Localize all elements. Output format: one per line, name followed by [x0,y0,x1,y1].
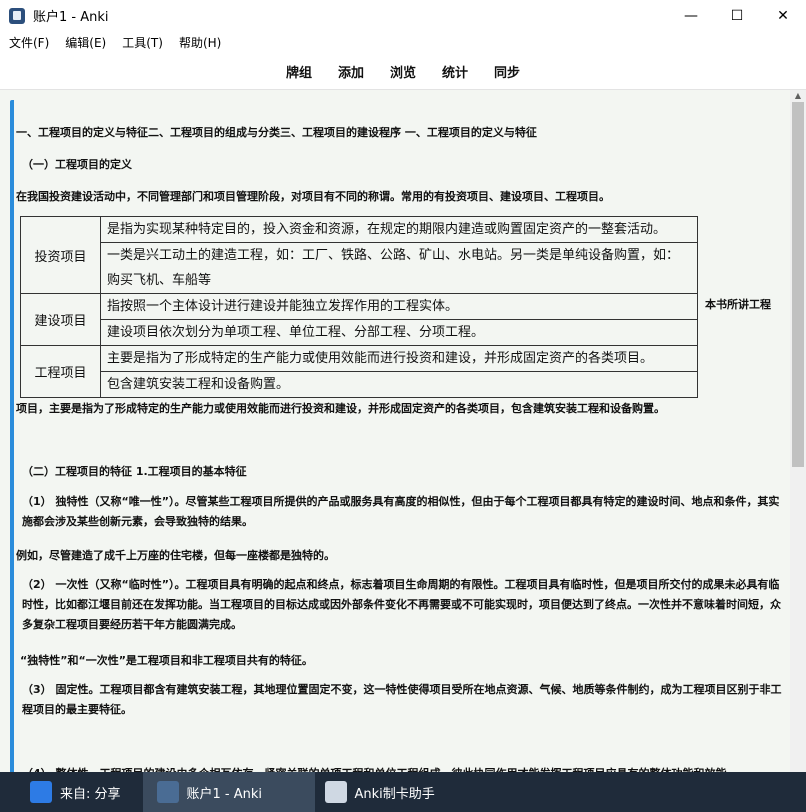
doc-heading: 一、工程项目的定义与特征二、工程项目的组成与分类三、工程项目的建设程序 一、工程… [16,126,537,139]
menu-tools[interactable]: 工具(T) [115,34,170,51]
taskbar: 来自: 分享 账户1 - Anki Anki制卡助手 [0,772,806,812]
table-cell: 一类是兴工动土的建造工程，如：工厂、铁路、公路、矿山、水电站。另一类是单纯设备购… [100,242,698,294]
card-view: 一、工程项目的定义与特征二、工程项目的组成与分类三、工程项目的建设程序 一、工程… [0,90,806,772]
table-cell: 包含建筑安装工程和设备购置。 [100,371,698,398]
book-note: 本书所讲工程 [705,298,771,311]
table-cell: 指按照一个主体设计进行建设并能独立发挥作用的工程实体。 [100,293,698,320]
doc-paragraph: （1） 独特性（又称“唯一性”）。尽管某些工程项目所提供的产品或服务具有高度的相… [22,495,780,528]
toolbar-stats[interactable]: 统计 [429,62,481,81]
table-category: 投资项目 [20,216,101,294]
anki-icon [156,781,179,803]
scroll-up-arrow-icon[interactable]: ▲ [792,92,804,100]
title-bar: 账户1 - Anki — ☐ ✕ [0,0,806,31]
close-button[interactable]: ✕ [760,0,806,31]
taskbar-item-share[interactable]: 来自: 分享 [0,772,143,812]
menu-help[interactable]: 帮助(H) [172,34,228,51]
anki-helper-icon [324,781,347,803]
table-cell: 建设项目依次划分为单项工程、单位工程、分部工程、分项工程。 [100,319,698,346]
doc-subheading: （二）工程项目的特征 1.工程项目的基本特征 [22,465,247,478]
doc-paragraph: （4） 整体性。工程项目的建设由多个相互依存、紧密关联的单项工程和单位工程组成，… [22,764,782,772]
doc-subheading: （一）工程项目的定义 [22,158,132,171]
table-category: 建设项目 [20,293,101,346]
doc-paragraph: 项目，主要是指为了形成特定的生产能力或使用效能而进行投资和建设，并形成固定资产的… [16,402,665,415]
doc-paragraph: 在我国投资建设活动中，不同管理部门和项目管理阶段，对项目有不同的称谓。常用的有投… [16,190,610,203]
minimize-button[interactable]: — [668,0,714,31]
scrollbar-thumb[interactable] [792,102,804,467]
table-cell: 主要是指为了形成特定的生产能力或使用效能而进行投资和建设，并形成固定资产的各类项… [100,345,698,372]
toolbar-browse[interactable]: 浏览 [377,62,429,81]
taskbar-label: Anki制卡助手 [354,786,435,802]
maximize-button[interactable]: ☐ [714,0,760,31]
share-app-icon [30,781,52,803]
main-toolbar: 牌组 添加 浏览 统计 同步 [0,53,806,90]
definition-table: 投资项目 是指为实现某种特定目的，投入资金和资源，在规定的期限内建造或购置固定资… [20,216,698,398]
window-title: 账户1 - Anki [33,10,109,25]
doc-paragraph: （2） 一次性（又称“临时性”）。工程项目具有明确的起点和终点，标志着项目生命周… [22,578,781,631]
doc-paragraph: 例如，尽管建造了成千上万座的住宅楼，但每一座楼都是独特的。 [16,549,335,562]
toolbar-sync[interactable]: 同步 [481,62,533,81]
doc-paragraph: “独特性”和“一次性”是工程项目和非工程项目共有的特征。 [20,654,313,667]
menu-bar: 文件(F) 编辑(E) 工具(T) 帮助(H) [0,31,806,53]
toolbar-add[interactable]: 添加 [325,62,377,81]
left-accent-bar [10,100,14,772]
table-cell: 是指为实现某种特定目的，投入资金和资源，在规定的期限内建造或购置固定资产的一整套… [100,216,698,243]
table-category: 工程项目 [20,345,101,398]
doc-paragraph: （3） 固定性。工程项目都含有建筑安装工程，其地理位置固定不变，这一特性使得项目… [22,683,782,716]
taskbar-label: 账户1 - Anki [186,786,263,802]
menu-file[interactable]: 文件(F) [2,34,56,51]
taskbar-label: 来自: 分享 [60,786,121,802]
taskbar-item-anki-helper[interactable]: Anki制卡助手 [315,772,475,812]
menu-edit[interactable]: 编辑(E) [58,34,113,51]
anki-app-icon [9,7,25,24]
toolbar-decks[interactable]: 牌组 [273,62,325,81]
taskbar-item-anki[interactable]: 账户1 - Anki [142,772,315,812]
